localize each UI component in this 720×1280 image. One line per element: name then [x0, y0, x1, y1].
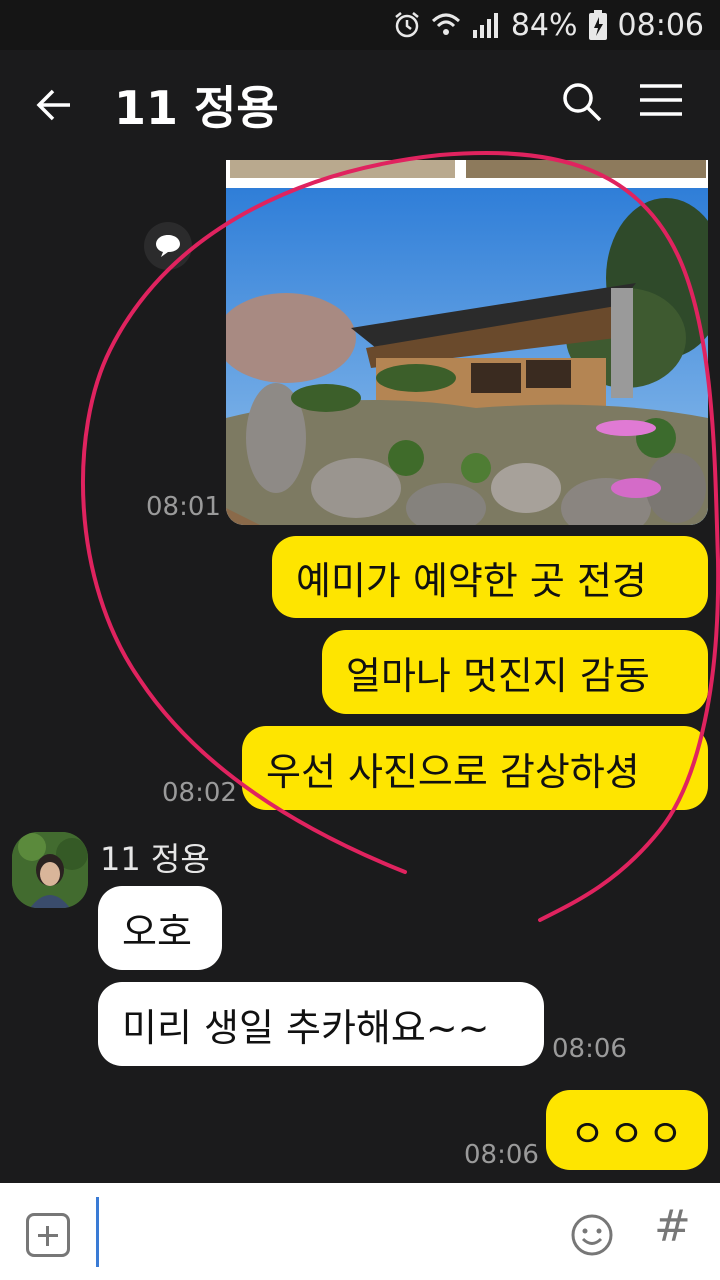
- battery-percent: 84%: [510, 7, 578, 43]
- my-message-bubble[interactable]: ㅇㅇㅇ: [546, 1090, 708, 1170]
- hanok-photo: [226, 188, 708, 525]
- chat-header: 11 정용: [0, 50, 720, 160]
- search-icon: [563, 83, 602, 122]
- message-input[interactable]: [104, 1197, 548, 1269]
- status-bar: 84% 08:06: [0, 0, 720, 50]
- battery-charging-icon: [588, 10, 608, 40]
- my-message-bubble[interactable]: 우선 사진으로 감상하셩: [242, 726, 708, 810]
- wifi-icon: [431, 11, 461, 39]
- message-timestamp: 08:06: [464, 1140, 539, 1170]
- message-timestamp: 08:06: [552, 1034, 627, 1064]
- profile-photo: [12, 832, 88, 908]
- photo-timestamp: 08:01: [146, 492, 221, 522]
- message-timestamp: 08:02: [162, 778, 237, 808]
- alarm-icon: [393, 11, 421, 39]
- my-message-bubble[interactable]: 예미가 예약한 곳 전경: [272, 536, 708, 618]
- message-input-bar: #: [0, 1183, 720, 1280]
- emoji-button[interactable]: [570, 1213, 614, 1257]
- speech-bubble-icon: [156, 235, 180, 257]
- photo-top-strip: [226, 160, 708, 188]
- sender-name: 11 정용: [100, 840, 210, 878]
- menu-button[interactable]: [638, 80, 690, 130]
- my-message-bubble[interactable]: 얼마나 멋진지 감동: [322, 630, 708, 714]
- clock: 08:06: [617, 7, 704, 43]
- search-button[interactable]: [560, 80, 610, 130]
- received-message-bubble[interactable]: 오호: [98, 886, 222, 970]
- avatar[interactable]: [12, 832, 88, 908]
- chat-title: 11 정용: [114, 81, 279, 135]
- photo-message[interactable]: [226, 160, 708, 525]
- text-cursor: [96, 1197, 99, 1267]
- received-message-bubble[interactable]: 미리 생일 추카해요~~: [98, 982, 544, 1066]
- signal-icon: [471, 12, 501, 38]
- smiley-icon: [571, 1214, 613, 1256]
- share-button[interactable]: [144, 222, 192, 270]
- hamburger-menu-icon: [640, 84, 682, 116]
- back-arrow-icon: [36, 89, 70, 121]
- attach-plus-button[interactable]: [26, 1213, 70, 1257]
- hashtag-search-button[interactable]: #: [654, 1201, 691, 1252]
- back-button[interactable]: [30, 80, 80, 130]
